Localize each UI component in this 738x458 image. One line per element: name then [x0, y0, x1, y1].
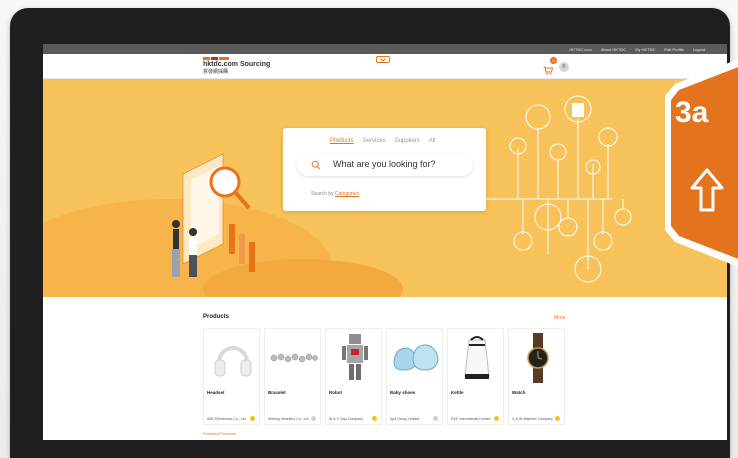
supplier-badge-icon — [250, 416, 255, 421]
product-category-network-icon — [463, 95, 632, 283]
menu-toggle-button[interactable] — [376, 56, 390, 63]
avatar[interactable]: B — [559, 62, 569, 72]
supplier-name[interactable]: P&E International Limited — [451, 417, 491, 421]
util-link-hktdc[interactable]: HKTDC.com — [569, 47, 591, 52]
featured-products-link[interactable]: Featured Products — [203, 431, 236, 436]
supplier-name[interactable]: W & X Toys Company — [329, 417, 363, 421]
product-image — [326, 329, 383, 387]
product-card-watch[interactable]: Watch G & W Watches Company — [508, 328, 565, 425]
product-name: Watch — [512, 390, 526, 395]
product-image — [448, 329, 505, 387]
cart-count-badge: 0 — [550, 57, 557, 64]
product-image — [387, 329, 444, 387]
browser-screen: HKTDC.com About HKTDC My HKTDC Edit Prof… — [43, 44, 727, 440]
product-name: Kettle — [451, 390, 464, 395]
search-icon — [311, 160, 321, 170]
product-name: Bracelet — [268, 390, 286, 395]
search-input[interactable]: What are you looking for? — [297, 154, 473, 176]
supplier-badge-icon — [494, 416, 499, 421]
supplier-name[interactable]: Shining Jewellery Co., Ltd. — [268, 417, 309, 421]
watch-icon — [526, 333, 549, 383]
util-link-logout[interactable]: Logout — [693, 47, 705, 52]
logo-mark-icon — [203, 57, 270, 60]
supplier-badge-icon — [433, 416, 438, 421]
supplier-badge-icon — [372, 416, 377, 421]
product-name: Robot — [329, 390, 342, 395]
product-card-headset[interactable]: Headset ABC Electronics Co., Ltd. — [203, 328, 260, 425]
util-link-my-hktdc[interactable]: My HKTDC — [635, 47, 655, 52]
product-card-bracelet[interactable]: Bracelet Shining Jewellery Co., Ltd. — [264, 328, 321, 425]
kettle-icon — [463, 336, 490, 379]
search-by-label: Search by — [311, 191, 334, 197]
step-badge — [665, 59, 738, 267]
products-more-link[interactable]: More — [554, 315, 565, 321]
logo-title: hktdc.com Sourcing — [203, 61, 271, 68]
site-logo[interactable]: hktdc.com Sourcing 貿發網採購 — [203, 57, 270, 75]
analytics-illustration-icon — [172, 153, 255, 277]
supplier-badge-icon — [555, 416, 560, 421]
product-card-robot[interactable]: Robot W & X Toys Company — [325, 328, 382, 425]
supplier-name[interactable]: G & W Watches Company — [512, 417, 553, 421]
tab-products[interactable]: Products — [330, 138, 354, 144]
step-label: 3a — [675, 96, 709, 129]
product-card-kettle[interactable]: Kettle P&E International Limited — [447, 328, 504, 425]
cart-button[interactable]: 0 — [543, 57, 557, 80]
product-name: Baby shoes — [390, 390, 416, 395]
tab-services[interactable]: Services — [363, 138, 386, 144]
laptop-frame: HKTDC.com About HKTDC My HKTDC Edit Prof… — [10, 8, 730, 458]
robot-icon — [341, 334, 368, 380]
product-image — [204, 329, 261, 387]
utility-bar: HKTDC.com About HKTDC My HKTDC Edit Prof… — [43, 44, 727, 54]
util-link-about[interactable]: About HKTDC — [601, 47, 626, 52]
util-link-edit-profile[interactable]: Edit Profile — [664, 47, 683, 52]
chevron-down-icon — [380, 57, 386, 62]
bracelet-icon — [270, 353, 318, 363]
product-name: Headset — [207, 390, 225, 395]
supplier-name[interactable]: Apd Group Limited — [390, 417, 419, 421]
tab-all[interactable]: All — [429, 138, 436, 144]
tab-suppliers[interactable]: Suppliers — [395, 138, 420, 144]
product-image — [265, 329, 322, 387]
logo-subtitle: 貿發網採購 — [203, 69, 229, 75]
search-tabs: Products Services Suppliers All — [330, 138, 435, 144]
hero-banner: Products Services Suppliers All What are… — [43, 79, 727, 297]
headset-icon — [214, 346, 251, 377]
cart-icon — [543, 66, 554, 75]
supplier-name[interactable]: ABC Electronics Co., Ltd. — [207, 417, 247, 421]
product-grid: Headset ABC Electronics Co., Ltd. Bracel… — [203, 328, 565, 425]
up-arrow-icon — [690, 168, 724, 212]
search-placeholder: What are you looking for? — [333, 159, 436, 169]
baby-shoes-icon — [392, 344, 439, 371]
search-panel: Products Services Suppliers All What are… — [283, 128, 486, 211]
product-image — [509, 329, 566, 387]
supplier-badge-icon — [311, 416, 316, 421]
product-card-baby-shoes[interactable]: Baby shoes Apd Group Limited — [386, 328, 443, 425]
site-header: hktdc.com Sourcing 貿發網採購 0 B — [43, 54, 727, 79]
products-section-title: Products — [203, 314, 230, 320]
search-by-text: Search by Categories — [311, 191, 359, 197]
categories-link[interactable]: Categories — [335, 191, 359, 197]
